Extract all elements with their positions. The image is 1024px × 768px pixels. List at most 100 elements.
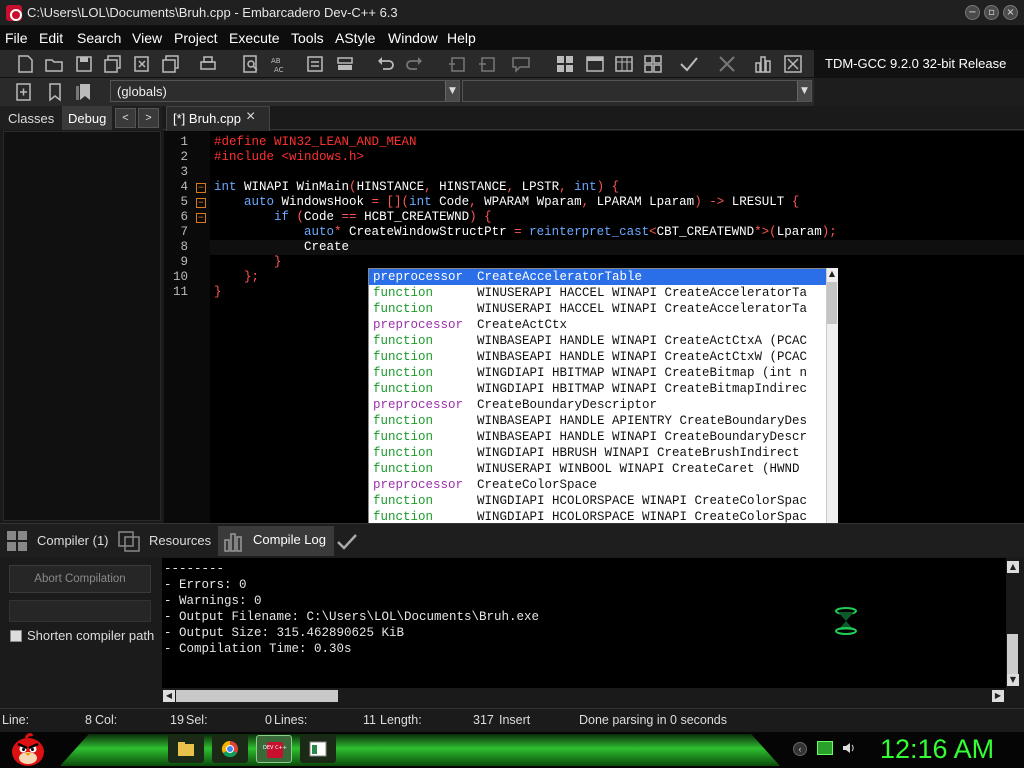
scroll-up-icon[interactable]: ▲ xyxy=(1007,561,1019,573)
toggle-icon[interactable] xyxy=(334,53,356,75)
compile-run-icon[interactable] xyxy=(613,53,635,75)
menu-view[interactable]: View xyxy=(132,30,162,46)
find-icon[interactable] xyxy=(240,53,262,75)
line-number: 10 xyxy=(172,270,188,284)
stop-icon[interactable] xyxy=(716,53,738,75)
tray-chevron-icon[interactable]: ‹ xyxy=(793,742,807,756)
menu-astyle[interactable]: AStyle xyxy=(335,30,375,46)
goto-bookmark-icon[interactable] xyxy=(72,81,94,103)
check-icon[interactable] xyxy=(334,528,360,554)
code-token: int xyxy=(566,180,597,194)
menu-project[interactable]: Project xyxy=(174,30,218,46)
autocomplete-item[interactable]: preprocessor CreateBoundaryDescriptor xyxy=(369,397,827,413)
goto-icon[interactable] xyxy=(304,53,326,75)
autocomplete-item[interactable]: function WINGDIAPI HBITMAP WINAPI CreateB… xyxy=(369,381,827,397)
menu-help[interactable]: Help xyxy=(447,30,476,46)
close-button[interactable]: × xyxy=(1003,5,1018,20)
autocomplete-item[interactable]: function WINBASEAPI HANDLE WINAPI CreateB… xyxy=(369,429,827,445)
menu-edit[interactable]: Edit xyxy=(39,30,63,46)
scope-combo[interactable]: (globals) ▼ xyxy=(110,80,460,102)
tab-compiler[interactable]: Compiler (1) xyxy=(37,533,109,557)
check-icon[interactable] xyxy=(678,53,700,75)
status-sel-value: 0 xyxy=(265,713,272,727)
autocomplete-item[interactable]: function WINGDIAPI HBITMAP WINAPI CreateB… xyxy=(369,365,827,381)
unindent-icon[interactable] xyxy=(476,53,498,75)
autocomplete-item[interactable]: preprocessor CreateColorSpace xyxy=(369,477,827,493)
undo-icon[interactable] xyxy=(374,53,396,75)
close-all-icon[interactable] xyxy=(160,53,182,75)
close-tab-icon[interactable]: × xyxy=(246,108,255,126)
taskbar-window[interactable] xyxy=(300,735,336,763)
scroll-left-icon[interactable]: ◀ xyxy=(163,690,175,702)
autocomplete-item[interactable]: function WINBASEAPI HANDLE WINAPI CreateA… xyxy=(369,349,827,365)
code-token: = xyxy=(514,225,522,239)
autocomplete-popup[interactable]: preprocessor CreateAcceleratorTable functi… xyxy=(368,268,838,554)
fold-toggle-icon[interactable]: − xyxy=(196,198,206,208)
autocomplete-item[interactable]: preprocessor CreateActCtx xyxy=(369,317,827,333)
taskbar-clock[interactable]: 12:16 AM xyxy=(880,734,994,765)
indent-icon[interactable] xyxy=(446,53,468,75)
save-icon[interactable] xyxy=(73,53,95,75)
redo-icon[interactable] xyxy=(404,53,426,75)
fold-toggle-icon[interactable]: − xyxy=(196,183,206,193)
maximize-button[interactable]: ▫ xyxy=(984,5,999,20)
autocomplete-item[interactable]: function WINGDIAPI HCOLORSPACE WINAPI Cre… xyxy=(369,493,827,509)
taskbar-explorer[interactable] xyxy=(168,735,204,763)
menu-tools[interactable]: Tools xyxy=(291,30,324,46)
autocomplete-item[interactable]: function WINUSERAPI HACCEL WINAPI CreateA… xyxy=(369,301,827,317)
volume-icon[interactable] xyxy=(841,740,857,756)
save-all-icon[interactable] xyxy=(102,53,124,75)
network-icon[interactable] xyxy=(817,741,833,755)
menu-file[interactable]: File xyxy=(5,30,28,46)
new-file-icon[interactable] xyxy=(14,53,36,75)
code-token: LRESULT xyxy=(724,195,792,209)
comment-icon[interactable] xyxy=(510,53,532,75)
open-icon[interactable] xyxy=(43,53,65,75)
chevron-down-icon[interactable]: ▼ xyxy=(445,81,459,101)
abort-compilation-button[interactable]: Abort Compilation xyxy=(9,565,151,593)
autocomplete-item[interactable]: function WINBASEAPI HANDLE APIENTRY Creat… xyxy=(369,413,827,429)
tab-bruh-cpp[interactable]: [*] Bruh.cpp × xyxy=(166,106,270,131)
chevron-right-icon[interactable]: > xyxy=(138,108,159,128)
tab-resources[interactable]: Resources xyxy=(149,533,211,557)
close-file-icon[interactable] xyxy=(131,53,153,75)
shorten-path-checkbox[interactable] xyxy=(10,630,22,642)
fold-toggle-icon[interactable]: − xyxy=(196,213,206,223)
insert-icon[interactable] xyxy=(13,81,35,103)
delete-icon[interactable] xyxy=(782,53,804,75)
autocomplete-text: WINGDIAPI HCOLORSPACE WINAPI CreateColor… xyxy=(477,494,808,508)
tab-classes[interactable]: Classes xyxy=(2,106,60,130)
taskbar-chrome[interactable] xyxy=(212,735,248,763)
print-icon[interactable] xyxy=(197,53,219,75)
autocomplete-item[interactable]: function WINGDIAPI HBRUSH WINAPI CreateBr… xyxy=(369,445,827,461)
chevron-left-icon[interactable]: < xyxy=(115,108,136,128)
scroll-right-icon[interactable]: ▶ xyxy=(992,690,1004,702)
svg-text:AC: AC xyxy=(274,66,284,74)
scroll-down-icon[interactable]: ▼ xyxy=(1007,674,1019,686)
autocomplete-item[interactable]: function WINUSERAPI HACCEL WINAPI CreateA… xyxy=(369,285,827,301)
minimize-button[interactable]: − xyxy=(965,5,980,20)
replace-icon[interactable]: AB AC xyxy=(268,53,290,75)
scroll-up-icon[interactable]: ▲ xyxy=(827,269,837,279)
start-button[interactable] xyxy=(8,730,48,768)
rebuild-icon[interactable] xyxy=(642,53,664,75)
menu-search[interactable]: Search xyxy=(77,30,121,46)
autocomplete-item[interactable]: function WINBASEAPI HANDLE WINAPI CreateA… xyxy=(369,333,827,349)
menu-execute[interactable]: Execute xyxy=(229,30,280,46)
log-horizontal-thumb[interactable] xyxy=(176,690,338,702)
menu-window[interactable]: Window xyxy=(388,30,438,46)
chevron-down-icon[interactable]: ▼ xyxy=(797,81,811,101)
function-combo[interactable]: ▼ xyxy=(462,80,812,102)
run-icon[interactable] xyxy=(584,53,606,75)
bookmark-icon[interactable] xyxy=(44,81,66,103)
autocomplete-item[interactable]: preprocessor CreateAcceleratorTable xyxy=(369,269,827,285)
autocomplete-scroll-thumb[interactable] xyxy=(827,282,837,324)
chart-icon[interactable] xyxy=(752,53,774,75)
log-line: -------- xyxy=(164,562,225,576)
log-vertical-thumb[interactable] xyxy=(1007,634,1018,674)
taskbar-devcpp[interactable]: DEV C++ xyxy=(256,735,292,763)
compile-icon[interactable] xyxy=(554,53,576,75)
autocomplete-text: WINBASEAPI HANDLE WINAPI CreateActCtxA (… xyxy=(477,334,808,348)
tab-debug[interactable]: Debug xyxy=(62,106,113,130)
autocomplete-item[interactable]: function WINUSERAPI WINBOOL WINAPI Create… xyxy=(369,461,827,477)
